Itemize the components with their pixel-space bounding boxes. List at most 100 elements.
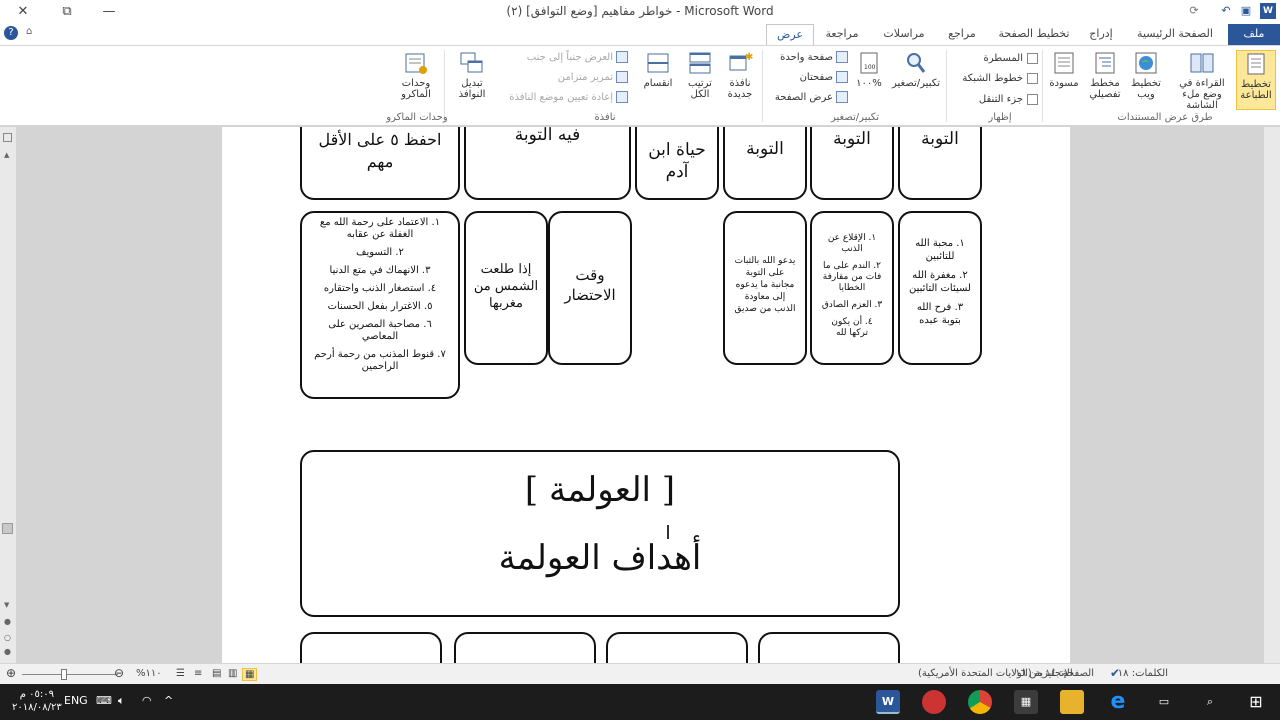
outline-icon bbox=[1095, 52, 1115, 74]
globalization-box: [ العولمة ] أهداف العولمة bbox=[300, 450, 900, 617]
clock[interactable]: ٠٥:٠٩ م ٢٠١٨/٠٨/٢٣ bbox=[12, 688, 62, 714]
scroll-thumb[interactable] bbox=[2, 523, 13, 534]
arrange-all-button[interactable]: ترتيب الكل bbox=[682, 50, 718, 100]
split-label: انقسام bbox=[643, 78, 673, 89]
top-box-1-text: التوبة bbox=[921, 129, 959, 149]
prev-page-icon[interactable]: ● bbox=[4, 617, 11, 626]
collapse-ribbon-icon[interactable]: ⌂ bbox=[26, 26, 32, 37]
love-item-2: ٢. مغفرة الله لسيئات التائبين bbox=[909, 270, 971, 294]
next-page-icon[interactable]: ● bbox=[4, 647, 11, 656]
box-conditions: ١. الإقلاع عن الذنب ٢. الندم على ما فات … bbox=[810, 211, 894, 365]
top-box-5-text: فيه التوبة bbox=[514, 127, 581, 145]
outline-view-icon[interactable]: ≡ bbox=[194, 668, 202, 679]
sync-scroll-button[interactable]: تمرير متزامن bbox=[530, 70, 628, 86]
conditions-item-2: ٢. الندم على ما فات من مقارفة الخطايا bbox=[822, 261, 882, 293]
reset-position-button[interactable]: إعادة تعيين موضع النافذة bbox=[490, 90, 628, 106]
gridlines-checkbox[interactable]: خطوط الشبكة bbox=[950, 71, 1038, 87]
nav-pane-checkbox[interactable]: جزء التنقل bbox=[960, 92, 1038, 108]
ruler-checkbox[interactable]: المسطرة bbox=[978, 51, 1038, 67]
one-page-button[interactable]: صفحة واحدة bbox=[770, 50, 848, 66]
browse-object-icon[interactable]: ○ bbox=[4, 633, 11, 642]
edge-taskbar-icon[interactable]: e bbox=[1106, 690, 1130, 714]
switch-windows-icon bbox=[460, 52, 483, 73]
network-icon[interactable]: ◠ bbox=[142, 694, 152, 707]
web-layout-button[interactable]: تخطيط ويب bbox=[1128, 50, 1164, 100]
read-view-icon[interactable]: ▥ bbox=[228, 668, 237, 679]
side-by-side-button[interactable]: العرض جنباً إلى جنب bbox=[500, 50, 628, 66]
right-scrollbar[interactable] bbox=[1264, 127, 1280, 663]
zoom-100-button[interactable]: 100 ١٠٠% bbox=[852, 50, 886, 89]
print-layout-button[interactable]: تخطيط الطباعة bbox=[1236, 50, 1276, 110]
draft-icon bbox=[1054, 52, 1074, 74]
store-taskbar-icon[interactable]: ▦ bbox=[1014, 690, 1038, 714]
zoom-slider-thumb[interactable] bbox=[61, 669, 67, 680]
show-group-label: إظهار bbox=[988, 112, 1012, 123]
tab-review[interactable]: مراجعة bbox=[818, 24, 866, 46]
window-group-label: نافذة bbox=[594, 112, 616, 123]
side-by-side-label: العرض جنباً إلى جنب bbox=[526, 52, 613, 63]
scroll-up-arrow[interactable]: ▲ bbox=[4, 151, 9, 159]
recorder-taskbar-icon[interactable] bbox=[922, 690, 946, 714]
tab-insert[interactable]: إدراج bbox=[1082, 24, 1120, 46]
two-pages-button[interactable]: صفحتان bbox=[770, 70, 848, 86]
chrome-taskbar-icon[interactable] bbox=[968, 690, 992, 714]
scroll-down-arrow[interactable]: ▼ bbox=[4, 601, 9, 609]
top-box-5: فيه التوبة bbox=[464, 127, 631, 200]
word-count[interactable]: الكلمات: ١٨ bbox=[1118, 668, 1168, 679]
switch-windows-button[interactable]: تبديل النوافذ bbox=[450, 50, 494, 100]
sync-scroll-label: تمرير متزامن bbox=[557, 72, 613, 83]
zoom-in-icon[interactable]: ⊕ bbox=[6, 666, 16, 680]
page-width-button[interactable]: عرض الصفحة bbox=[766, 90, 848, 106]
tab-references[interactable]: مراجع bbox=[940, 24, 984, 46]
outline-button[interactable]: مخطط تفصيلي bbox=[1086, 50, 1124, 100]
tab-home[interactable]: الصفحة الرئيسية bbox=[1130, 24, 1220, 46]
zoom-button[interactable]: تكبير/تصغير bbox=[890, 50, 942, 89]
top-box-2: التوبة bbox=[810, 127, 894, 200]
tab-file[interactable]: ملف bbox=[1228, 24, 1280, 46]
status-bar: ⊕ ⊖ %١١٠ ☰ ≡ ▤ ▥ ▦ الصفحة: ١٤ من ١٦ الكل… bbox=[0, 663, 1280, 684]
supports-text: يدعو الله بالثبات على التوبة مجانبة ما ي… bbox=[734, 256, 796, 314]
title-bar: ✕ ⧉ — (٢) خواطر مفاهيم [وضع التوافق] - M… bbox=[0, 0, 1280, 24]
web-view-icon[interactable]: ▤ bbox=[212, 668, 221, 679]
search-icon[interactable]: ⌕ bbox=[1198, 690, 1222, 714]
keyboard-icon[interactable]: ⌨ bbox=[96, 694, 112, 707]
conditions-item-1: ١. الإقلاع عن الذنب bbox=[827, 233, 877, 254]
zoom-level[interactable]: %١١٠ bbox=[136, 668, 162, 679]
input-language[interactable]: ENG bbox=[64, 694, 88, 707]
draft-button[interactable]: مسودة bbox=[1046, 50, 1082, 89]
redo-icon[interactable]: ⟳ bbox=[1186, 3, 1202, 19]
document-area: التوبة التوبة التوبة حياة ابن آدم فيه ال… bbox=[16, 127, 1264, 663]
macros-button[interactable]: وحدات الماكرو bbox=[394, 50, 438, 100]
word-taskbar-icon[interactable]: W bbox=[876, 690, 900, 714]
print-view-icon[interactable]: ▦ bbox=[242, 668, 258, 681]
new-window-button[interactable]: ✱ نافذة جديدة bbox=[722, 50, 758, 100]
draft-view-icon[interactable]: ☰ bbox=[176, 668, 185, 679]
switch-windows-label: تبديل النوافذ bbox=[458, 78, 486, 100]
ribbon: تخطيط الطباعة القراءة في وضع ملء الشاشة … bbox=[0, 45, 1280, 126]
tab-page-layout[interactable]: تخطيط الصفحة bbox=[996, 24, 1072, 46]
split-button[interactable]: انقسام bbox=[638, 50, 678, 89]
save-icon[interactable]: ▣ bbox=[1238, 3, 1254, 19]
zoom-slider[interactable] bbox=[22, 674, 118, 675]
box-love: ١. محبة الله للتائبين ٢. مغفرة الله لسيئ… bbox=[898, 211, 982, 365]
help-icon[interactable]: ? bbox=[4, 26, 18, 40]
top-box-3-text: التوبة bbox=[746, 139, 784, 159]
zoom-out-icon[interactable]: ⊖ bbox=[114, 666, 124, 680]
zoom-100-label: ١٠٠% bbox=[856, 78, 882, 89]
language-indicator[interactable]: الإنجليزية (الولايات المتحدة الأمريكية) bbox=[918, 668, 1073, 679]
globalization-title: [ العولمة ] bbox=[524, 470, 676, 510]
volume-icon[interactable]: 🔈︎ bbox=[118, 694, 125, 708]
document-page[interactable]: التوبة التوبة التوبة حياة ابن آدم فيه ال… bbox=[222, 127, 1070, 663]
task-view-icon[interactable]: ▭ bbox=[1152, 690, 1176, 714]
explorer-taskbar-icon[interactable] bbox=[1060, 690, 1084, 714]
book-icon bbox=[1190, 53, 1214, 73]
reset-position-icon bbox=[616, 91, 628, 103]
tray-expand-icon[interactable]: ^ bbox=[164, 694, 173, 707]
undo-icon[interactable]: ↶ bbox=[1218, 3, 1234, 19]
read-mode-button[interactable]: القراءة في وضع ملء الشاشة bbox=[1172, 50, 1232, 111]
selection-pane-icon[interactable] bbox=[3, 133, 12, 142]
proofing-icon[interactable]: ✔ bbox=[1110, 666, 1120, 680]
tab-mailings[interactable]: مراسلات bbox=[878, 24, 930, 46]
tab-view[interactable]: عرض bbox=[766, 24, 814, 46]
start-windows-icon[interactable]: ⊞ bbox=[1244, 690, 1268, 714]
